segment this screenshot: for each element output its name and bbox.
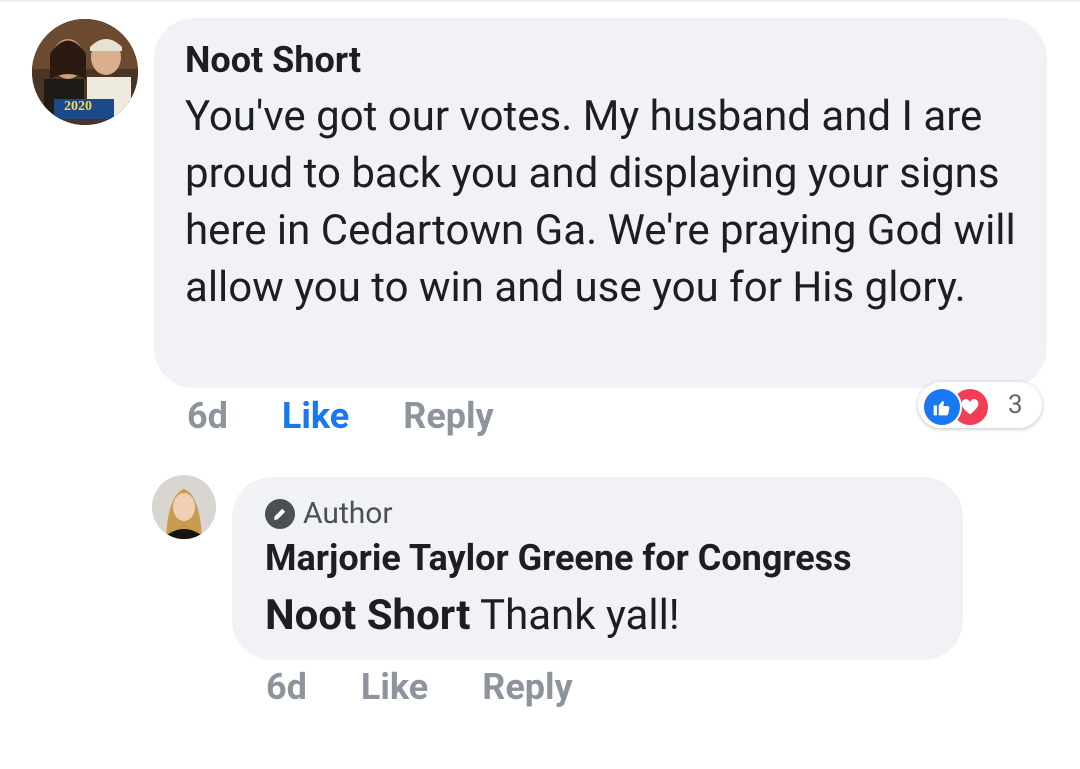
reply-text-line: Noot Short Thank yall! [265,588,680,644]
comment-author-name[interactable]: Noot Short [185,38,361,82]
author-badge-row: Author [265,496,393,531]
reply-actions: 6d Like Reply [266,666,573,708]
avatar-badge: 2020 [64,99,92,114]
reply-text: Thank yall! [470,591,680,640]
reply-author-name[interactable]: Marjorie Taylor Greene for Congress [265,536,852,580]
like-button[interactable]: Like [282,395,349,437]
comment-timestamp[interactable]: 6d [187,395,228,437]
reply-like-button[interactable]: Like [361,666,428,708]
mention-link[interactable]: Noot Short [265,591,470,640]
top-divider [0,0,1080,2]
commenter-avatar[interactable]: 2020 [32,19,138,125]
reply-reply-button[interactable]: Reply [482,666,572,708]
comment-text: You've got our votes. My husband and I a… [185,92,1016,312]
reaction-summary[interactable]: 3 [918,382,1042,428]
author-badge-label: Author [303,496,393,531]
comment-actions: 6d Like Reply [187,395,494,437]
reply-button[interactable]: Reply [403,395,493,437]
reaction-count: 3 [1008,390,1023,420]
like-icon [922,387,962,427]
reply-timestamp[interactable]: 6d [266,666,307,708]
author-avatar[interactable] [152,475,216,539]
pencil-icon [265,498,295,529]
